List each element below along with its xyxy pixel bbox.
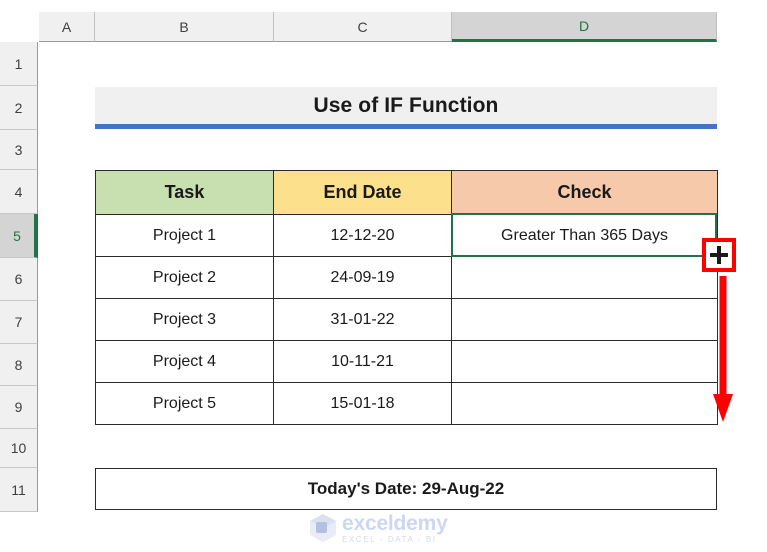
row-header-11[interactable]: 11 — [0, 468, 38, 512]
row-header-label: 1 — [14, 55, 23, 72]
cell-end-date[interactable]: 15-01-18 — [273, 382, 452, 425]
cell-check[interactable] — [451, 256, 718, 299]
column-header-label: C — [357, 18, 368, 35]
row-header-label: 5 — [13, 227, 21, 244]
column-header-c[interactable]: C — [274, 12, 452, 42]
row-header-2[interactable]: 2 — [0, 86, 38, 130]
table-row: Project 4 10-11-21 — [95, 340, 718, 383]
data-table: Task End Date Check Project 1 12-12-20 Gre… — [95, 170, 718, 425]
row-header-7[interactable]: 7 — [0, 301, 38, 344]
todays-date-text: Today's Date: 29-Aug-22 — [307, 479, 505, 498]
table-row: Project 1 12-12-20 Greater Than 365 Days — [95, 214, 718, 257]
column-header-d[interactable]: D — [452, 12, 717, 42]
cell-check[interactable] — [451, 298, 718, 341]
watermark-tagline: EXCEL - DATA - BI — [342, 534, 437, 544]
row-header-label: 9 — [14, 399, 23, 415]
row-header-8[interactable]: 8 — [0, 344, 38, 386]
table-header-row: Task End Date Check — [95, 170, 718, 215]
fill-handle-cursor-highlight[interactable] — [702, 238, 736, 272]
cell-task[interactable]: Project 3 — [95, 298, 274, 341]
row-header-label: 6 — [14, 271, 23, 287]
cell-end-date[interactable]: 10-11-21 — [273, 340, 452, 383]
column-header-label: D — [578, 17, 590, 34]
spreadsheet-canvas: A B C D 1 2 3 4 5 6 7 8 9 10 11 Use of IF Function Ta… — [0, 0, 767, 552]
row-header-1[interactable]: 1 — [0, 42, 38, 86]
row-header-label: 10 — [10, 440, 27, 456]
cell-check[interactable] — [451, 382, 718, 425]
row-header-label: 8 — [14, 356, 23, 373]
row-header-10[interactable]: 10 — [0, 429, 38, 468]
row-header-column: 1 2 3 4 5 6 7 8 9 10 11 — [0, 42, 38, 552]
cell-end-date[interactable]: 12-12-20 — [273, 214, 452, 257]
row-header-5[interactable]: 5 — [0, 214, 38, 258]
column-header-check[interactable]: Check — [451, 170, 718, 215]
column-header-end-date[interactable]: End Date — [273, 170, 452, 215]
table-row: Project 2 24-09-19 — [95, 256, 718, 299]
row-header-9[interactable]: 9 — [0, 386, 38, 429]
cell-end-date[interactable]: 31-01-22 — [273, 298, 452, 341]
row-header-label: 4 — [14, 183, 23, 200]
row-header-label: 7 — [14, 314, 23, 330]
cell-task[interactable]: Project 2 — [95, 256, 274, 299]
row-header-label: 11 — [11, 481, 26, 498]
row-header-label: 3 — [14, 141, 23, 158]
cell-check[interactable]: Greater Than 365 Days — [451, 214, 718, 257]
exceldemy-watermark: exceldemy EXCEL - DATA - BI — [308, 508, 468, 548]
row-header-label: 2 — [14, 99, 23, 116]
cell-task[interactable]: Project 4 — [95, 340, 274, 383]
row-header-3[interactable]: 3 — [0, 130, 38, 170]
cell-task[interactable]: Project 1 — [95, 214, 274, 257]
drag-down-arrow-icon — [713, 276, 733, 422]
cell-task[interactable]: Project 5 — [95, 382, 274, 425]
column-header-a[interactable]: A — [39, 12, 95, 42]
column-header-b[interactable]: B — [95, 12, 274, 42]
row-header-6[interactable]: 6 — [0, 258, 38, 301]
sheet-title-banner[interactable]: Use of IF Function — [95, 87, 717, 129]
watermark-brand-name: exceldemy — [342, 511, 448, 535]
fill-handle-plus-icon-cross — [710, 253, 728, 257]
todays-date-banner[interactable]: Today's Date: 29-Aug-22 — [95, 468, 717, 510]
watermark-text-block: exceldemy EXCEL - DATA - BI — [342, 513, 448, 544]
table-row: Project 3 31-01-22 — [95, 298, 718, 341]
row-header-4[interactable]: 4 — [0, 170, 38, 214]
column-header-label: A — [61, 18, 72, 35]
table-row: Project 5 15-01-18 — [95, 382, 718, 425]
column-header-row: A B C D — [0, 12, 767, 42]
column-header-task[interactable]: Task — [95, 170, 274, 215]
sheet-title-text: Use of IF Function — [313, 93, 499, 117]
exceldemy-logo-icon — [310, 514, 336, 542]
table-body: Project 1 12-12-20 Greater Than 365 Days Pr… — [95, 214, 718, 425]
cell-end-date[interactable]: 24-09-19 — [273, 256, 452, 299]
cell-check[interactable] — [451, 340, 718, 383]
column-header-label: B — [179, 18, 189, 35]
